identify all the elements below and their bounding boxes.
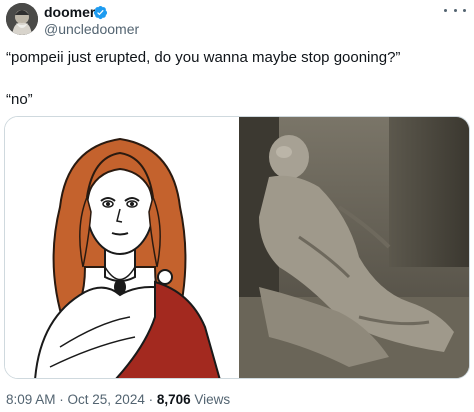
handle[interactable]: @uncledoomer bbox=[44, 21, 139, 37]
tweet-meta: 8:09 AM · Oct 25, 2024 · 8,706 Views bbox=[6, 392, 230, 408]
views-label: Views bbox=[190, 392, 231, 407]
woman-illustration-icon bbox=[5, 117, 237, 378]
avatar[interactable] bbox=[6, 3, 38, 35]
tweet-date[interactable]: Oct 25, 2024 bbox=[68, 392, 145, 407]
tweet-card: doomer @uncledoomer “pompeii just erupte… bbox=[0, 0, 474, 412]
meta-separator: · bbox=[55, 392, 68, 407]
media-grid[interactable] bbox=[4, 116, 470, 379]
tweet-text-line2: “no” bbox=[6, 91, 33, 108]
more-options-icon[interactable] bbox=[444, 3, 466, 17]
verified-badge-icon bbox=[93, 5, 108, 20]
views-count: 8,706 bbox=[156, 392, 191, 407]
display-name[interactable]: doomer bbox=[44, 4, 95, 20]
tweet-text-line1: “pompeii just erupted, do you wanna mayb… bbox=[6, 49, 401, 66]
meta-separator: · bbox=[144, 392, 157, 407]
media-image-right[interactable] bbox=[239, 117, 469, 378]
avatar-wizard-icon bbox=[6, 3, 38, 35]
plaster-cast-photo-icon bbox=[239, 117, 469, 378]
media-image-left[interactable] bbox=[5, 117, 237, 378]
tweet-time[interactable]: 8:09 AM bbox=[6, 392, 56, 407]
